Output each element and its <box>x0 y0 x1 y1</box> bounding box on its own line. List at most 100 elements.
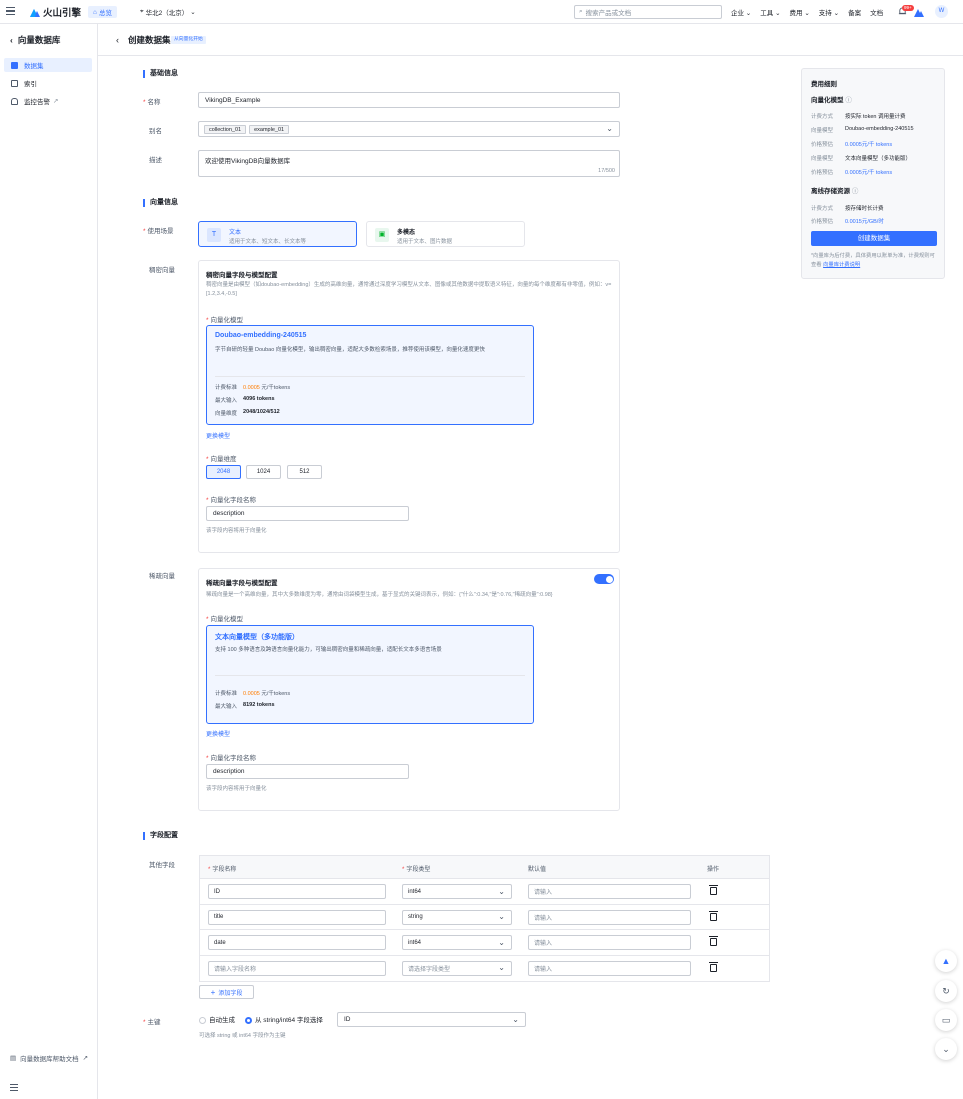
description-textarea[interactable]: 欢迎使用VikingDB向量数据库 17/500 <box>198 150 620 177</box>
alias-tag[interactable]: collection_01 <box>204 124 247 134</box>
nav-docs[interactable]: 文档 <box>870 7 883 17</box>
back-icon[interactable]: ‹ <box>116 35 119 45</box>
field-type-select[interactable]: int64 ⌄ <box>402 935 512 950</box>
scene-multimodal-card[interactable]: ▣ 多模态 适用于文本、图片数据 <box>366 221 525 247</box>
sparse-toggle[interactable] <box>594 574 614 584</box>
home-icon: ⌂ <box>93 8 97 16</box>
default-value-input[interactable]: 请输入 <box>528 884 691 899</box>
cost-key: 计费方式 <box>811 206 834 212</box>
sidebar-item-index[interactable]: 索引 <box>4 76 92 90</box>
field-name-input[interactable]: date <box>208 935 386 950</box>
chevron-down-icon: ⌄ <box>606 124 613 134</box>
cost-key: 向量模型 <box>811 156 834 162</box>
cost-value: Doubao-embedding-240515 <box>845 126 914 132</box>
logo[interactable]: 火山引擎 <box>29 5 81 19</box>
pk-select-radio[interactable]: 从 string/int64 字段选择 <box>245 1014 323 1024</box>
cost-key: 价格预估 <box>811 142 834 148</box>
home-label: 总览 <box>98 10 112 17</box>
table-row: title string ⌄ 请输入 <box>200 905 769 930</box>
model-label: 向量化模型 <box>206 314 244 324</box>
refresh-float-icon[interactable]: ↻ <box>935 980 957 1002</box>
default-value-input[interactable]: 请输入 <box>528 935 691 950</box>
scene-label: 使用场景 <box>143 225 174 235</box>
cost-key: 向量模型 <box>811 128 834 134</box>
scroll-down-icon[interactable]: ⌄ <box>935 1038 957 1060</box>
assistant-icon[interactable] <box>913 6 925 18</box>
change-model-link[interactable]: 更换模型 <box>206 729 230 738</box>
model-desc: 字节自研的轻量 Doubao 向量化模型，输出稠密向量，适配大多数检索场景，推荐… <box>215 347 485 353</box>
other-fields-label: 其他字段 <box>149 862 175 869</box>
assistant-float-icon[interactable]: ▲ <box>935 950 957 972</box>
default-value-input[interactable]: 请输入 <box>528 960 691 976</box>
table-header: 字段名称 字段类型 默认值 操作 <box>200 856 769 879</box>
col-action: 操作 <box>707 867 720 873</box>
model-label: 向量化模型 <box>206 613 244 623</box>
field-name-input[interactable]: 请输入字段名称 <box>208 960 386 976</box>
pk-auto-radio[interactable]: 自动生成 <box>199 1014 235 1024</box>
sparse-config-desc: 稀疏向量是一个高维向量，其中大多数维度为零，通常由词袋模型生成，基于显式的关键词… <box>206 592 553 598</box>
alias-tag-input[interactable]: collection_01 example_01 ⌄ <box>198 121 620 137</box>
cost-panel: 费用细则 向量化模型 ⓘ 计费方式 按实际 token 调用量计费 向量模型 D… <box>801 68 945 279</box>
dense-field-input[interactable]: description <box>206 506 409 521</box>
sparse-label: 稀疏向量 <box>149 573 175 580</box>
home-button[interactable]: ⌂ 总览 <box>88 6 117 18</box>
sparse-model-card[interactable]: 文本向量模型（多功能版） 支持 100 多种语言及跨语言向量化能力，可输出稠密向… <box>206 625 534 724</box>
nav-support[interactable]: 支持 ⌄ <box>819 7 839 17</box>
field-name-label: 向量化字段名称 <box>206 494 257 504</box>
text-icon: T <box>207 228 221 242</box>
page-title: 创建数据集 <box>128 35 171 45</box>
alias-tag[interactable]: example_01 <box>249 124 290 134</box>
collapse-sidebar-icon[interactable] <box>10 1084 18 1092</box>
delete-icon[interactable] <box>709 885 718 895</box>
chevron-down-icon: ⌄ <box>512 1014 519 1024</box>
desc-label: 描述 <box>149 157 162 164</box>
default-value-input[interactable]: 请输入 <box>528 909 691 925</box>
dim-option-512[interactable]: 512 <box>287 465 322 479</box>
nav-billing[interactable]: 费用 ⌄ <box>790 7 810 17</box>
nav-enterprise[interactable]: 企业 ⌄ <box>731 7 751 17</box>
field-type-select[interactable]: string ⌄ <box>402 909 512 925</box>
divider <box>215 675 525 676</box>
add-field-button[interactable]: + 添加字段 <box>199 985 254 999</box>
delete-icon[interactable] <box>709 936 718 946</box>
sidebar-title[interactable]: ‹ 向量数据库 <box>10 34 60 46</box>
nav-filing[interactable]: 备案 <box>848 7 861 17</box>
chevron-left-icon: ‹ <box>10 35 13 45</box>
user-avatar[interactable]: W <box>935 5 948 18</box>
sidebar-item-dataset[interactable]: 数据集 <box>4 58 92 72</box>
field-type-select[interactable]: int64 ⌄ <box>402 884 512 899</box>
sidebar-item-alarm[interactable]: 监控告警 ↗ <box>4 94 92 108</box>
section-vector-info: 向量信息 <box>143 199 178 207</box>
chevron-down-icon: ⌄ <box>498 937 505 947</box>
help-doc-link[interactable]: ▤ 向量数据库帮助文档 ↗ <box>10 1053 88 1063</box>
billing-doc-link[interactable]: 向量库计费说明 <box>823 262 860 268</box>
change-model-link[interactable]: 更换模型 <box>206 431 230 440</box>
field-type-select[interactable]: 请选择字段类型 ⌄ <box>402 960 512 976</box>
dim-option-1024[interactable]: 1024 <box>246 465 281 479</box>
location-icon: ⌖ <box>140 8 144 15</box>
model-name: Doubao-embedding-240515 <box>215 332 307 339</box>
menu-icon[interactable] <box>6 7 15 16</box>
search-placeholder: 搜索产品或文档 <box>585 10 632 17</box>
delete-icon[interactable] <box>709 961 718 972</box>
dense-model-card[interactable]: Doubao-embedding-240515 字节自研的轻量 Doubao 向… <box>206 325 534 425</box>
cost-note: *向量库为后付费，具体费用以账单为准，计费规则可查看 向量库计费说明 <box>811 253 935 268</box>
field-name-input[interactable]: title <box>208 909 386 925</box>
docs-float-icon[interactable]: ▭ <box>935 1009 957 1031</box>
create-dataset-button[interactable]: 创建数据集 <box>811 231 937 246</box>
field-name-input[interactable]: ID <box>208 884 386 899</box>
model-price-row: 计费标准 0.0005 元/千tokens <box>215 691 291 697</box>
cost-title: 费用细则 <box>811 81 837 88</box>
name-field[interactable]: VikingDB_Example <box>198 92 620 108</box>
sparse-field-input[interactable]: description <box>206 764 409 779</box>
radio-icon <box>199 1016 206 1024</box>
col-default: 默认值 <box>528 867 547 873</box>
delete-icon[interactable] <box>709 910 718 921</box>
primary-key-select[interactable]: ID ⌄ <box>337 1012 526 1027</box>
nav-tools[interactable]: 工具 ⌄ <box>760 7 780 17</box>
scene-text-card[interactable]: T 文本 适用于文本、短文本、长文本等 <box>198 221 357 247</box>
dim-option-2048[interactable]: 2048 <box>206 465 241 479</box>
search-input[interactable]: ⌕ 搜索产品或文档 <box>574 5 722 19</box>
cost-price: 0.0005元/千 tokens <box>845 170 893 176</box>
region-selector[interactable]: ⌖ 华北2（北京） ⌄ <box>140 7 196 17</box>
